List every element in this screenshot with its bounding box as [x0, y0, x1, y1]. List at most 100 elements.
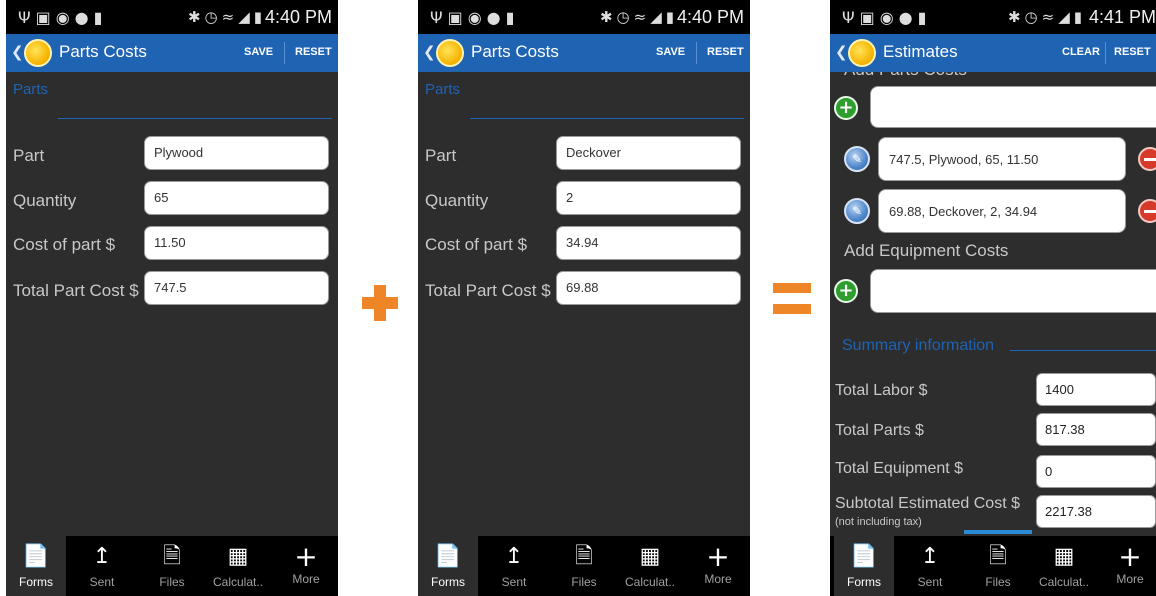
reset-button[interactable]: RESET — [295, 46, 332, 58]
plus-icon: + — [1118, 540, 1142, 573]
nav-more[interactable]: + More — [1100, 536, 1156, 596]
add-part-cost-field[interactable] — [870, 86, 1156, 128]
action-bar: ❮ Parts Costs SAVE RESET — [418, 34, 750, 72]
cost-of-part-input[interactable]: 11.50 — [144, 226, 329, 260]
pdf-file-icon: 🗎 — [575, 544, 593, 569]
cost-of-part-input[interactable]: 34.94 — [556, 226, 741, 260]
app-logo-icon[interactable] — [24, 39, 52, 67]
action-bar: ❮ Estimates CLEAR RESET — [830, 34, 1156, 72]
nav-forms[interactable]: 📄 Forms — [418, 536, 478, 596]
nav-calculator[interactable]: ▦ Calculat.. — [620, 536, 680, 596]
total-labor-label: Total Labor $ — [835, 382, 928, 399]
add-equipment-cost-field[interactable] — [870, 269, 1156, 313]
delete-part-entry-1-icon[interactable] — [1138, 147, 1156, 171]
status-time: 4:41 PM — [1088, 7, 1156, 27]
system-status-icons: ✱◷≈◢▮ — [187, 8, 266, 26]
subtotal-estimated-cost-field[interactable]: 2217.38 — [1036, 495, 1156, 528]
save-button[interactable]: SAVE — [656, 46, 685, 58]
forms-icon: 📄 — [434, 544, 462, 569]
action-divider — [284, 42, 285, 64]
nav-more-label: More — [704, 572, 732, 586]
calculator-icon: ▦ — [639, 544, 661, 569]
cost-of-part-label: Cost of part $ — [13, 235, 116, 254]
quantity-input[interactable]: 2 — [556, 181, 741, 215]
nav-more[interactable]: + More — [276, 536, 336, 596]
total-part-cost-label: Total Part Cost $ — [13, 281, 139, 300]
equals-operator-bottom — [773, 304, 811, 314]
part-input[interactable]: Deckover — [556, 136, 741, 170]
system-status-icons: ✱◷≈◢▮ — [1007, 8, 1086, 26]
action-divider — [696, 42, 697, 64]
subtotal-tax-note: (not including tax) — [835, 516, 922, 528]
screen-title: Parts Costs — [471, 42, 559, 61]
status-bar: Ψ▣◉●▮ ✱◷≈◢▮ 4:40 PM — [418, 0, 750, 34]
nav-sent[interactable]: ↥ Sent — [72, 536, 132, 596]
part-label: Part — [425, 146, 457, 165]
add-part-cost-button[interactable]: + — [834, 96, 858, 120]
part-entry-2[interactable]: 69.88, Deckover, 2, 34.94 — [878, 189, 1126, 233]
edit-part-entry-2-icon[interactable]: ✎ — [844, 198, 870, 224]
section-label-parts: Parts — [13, 81, 49, 98]
app-logo-icon[interactable] — [848, 39, 876, 67]
part-input[interactable]: Plywood — [144, 136, 329, 170]
summary-information-heading: Summary information — [842, 337, 995, 354]
calculator-icon: ▦ — [1053, 544, 1075, 569]
forms-icon: 📄 — [850, 544, 878, 569]
nav-calculator[interactable]: ▦ Calculat.. — [1034, 536, 1094, 596]
reset-button[interactable]: RESET — [1114, 46, 1151, 58]
total-parts-field[interactable]: 817.38 — [1036, 413, 1156, 446]
quantity-label: Quantity — [13, 191, 77, 210]
notification-icons: Ψ▣◉●▮ — [18, 8, 108, 27]
phone-screen-parts-costs-1: Ψ▣◉●▮ ✱◷≈◢▮ 4:40 PM ❮ Parts Costs SAVE R… — [6, 0, 338, 596]
save-button[interactable]: SAVE — [244, 46, 273, 58]
total-parts-label: Total Parts $ — [835, 422, 924, 439]
reset-button[interactable]: RESET — [707, 46, 744, 58]
nav-files-label: Files — [159, 575, 185, 589]
total-part-cost-input[interactable]: 747.5 — [144, 271, 329, 305]
app-logo-icon[interactable] — [436, 39, 464, 67]
nav-forms-label: Forms — [847, 575, 881, 589]
plus-icon: + — [706, 540, 730, 573]
nav-calculator-label: Calculat.. — [212, 575, 264, 589]
notification-icons: Ψ▣◉●▮ — [430, 8, 520, 27]
action-divider — [1105, 42, 1106, 64]
part-entry-1[interactable]: 747.5, Plywood, 65, 11.50 — [878, 137, 1126, 181]
upload-icon: ↥ — [920, 544, 940, 569]
bottom-navigation: 📄 Forms ↥ Sent 🗎 Files ▦ Calculat.. + Mo… — [418, 536, 750, 596]
status-bar: Ψ▣◉●▮ ✱◷≈◢▮ 4:40 PM — [6, 0, 338, 34]
section-divider — [58, 118, 332, 119]
quantity-input[interactable]: 65 — [144, 181, 329, 215]
nav-files[interactable]: 🗎 Files — [142, 536, 202, 596]
clear-button[interactable]: CLEAR — [1062, 46, 1100, 58]
nav-forms-label: Forms — [19, 575, 53, 589]
nav-sent-label: Sent — [89, 575, 115, 589]
nav-sent[interactable]: ↥ Sent — [900, 536, 960, 596]
nav-sent[interactable]: ↥ Sent — [484, 536, 544, 596]
total-part-cost-input[interactable]: 69.88 — [556, 271, 741, 305]
forms-icon: 📄 — [22, 544, 50, 569]
nav-files[interactable]: 🗎 Files — [968, 536, 1028, 596]
total-labor-field[interactable]: 1400 — [1036, 373, 1156, 406]
nav-forms[interactable]: 📄 Forms — [834, 536, 894, 596]
upload-icon: ↥ — [504, 544, 524, 569]
nav-files-label: Files — [985, 575, 1011, 589]
action-bar: ❮ Parts Costs SAVE RESET — [6, 34, 338, 72]
back-chevron-icon[interactable]: ❮ — [423, 43, 436, 61]
total-equipment-field[interactable]: 0 — [1036, 455, 1156, 488]
add-equipment-cost-button[interactable]: + — [834, 279, 858, 303]
back-chevron-icon[interactable]: ❮ — [11, 43, 24, 61]
nav-calculator[interactable]: ▦ Calculat.. — [208, 536, 268, 596]
back-chevron-icon[interactable]: ❮ — [835, 43, 848, 61]
pdf-file-icon: 🗎 — [989, 544, 1007, 569]
nav-more-label: More — [292, 572, 320, 586]
equals-operator-top — [773, 283, 811, 293]
nav-forms[interactable]: 📄 Forms — [6, 536, 66, 596]
edit-part-entry-1-icon[interactable]: ✎ — [844, 146, 870, 172]
bottom-navigation: 📄 Forms ↥ Sent 🗎 Files ▦ Calculat.. + Mo… — [830, 536, 1156, 596]
cost-of-part-label: Cost of part $ — [425, 235, 528, 254]
nav-more-label: More — [1116, 572, 1144, 586]
delete-part-entry-2-icon[interactable] — [1138, 199, 1156, 223]
screen-title: Estimates — [883, 42, 958, 61]
nav-more[interactable]: + More — [688, 536, 748, 596]
nav-files[interactable]: 🗎 Files — [554, 536, 614, 596]
